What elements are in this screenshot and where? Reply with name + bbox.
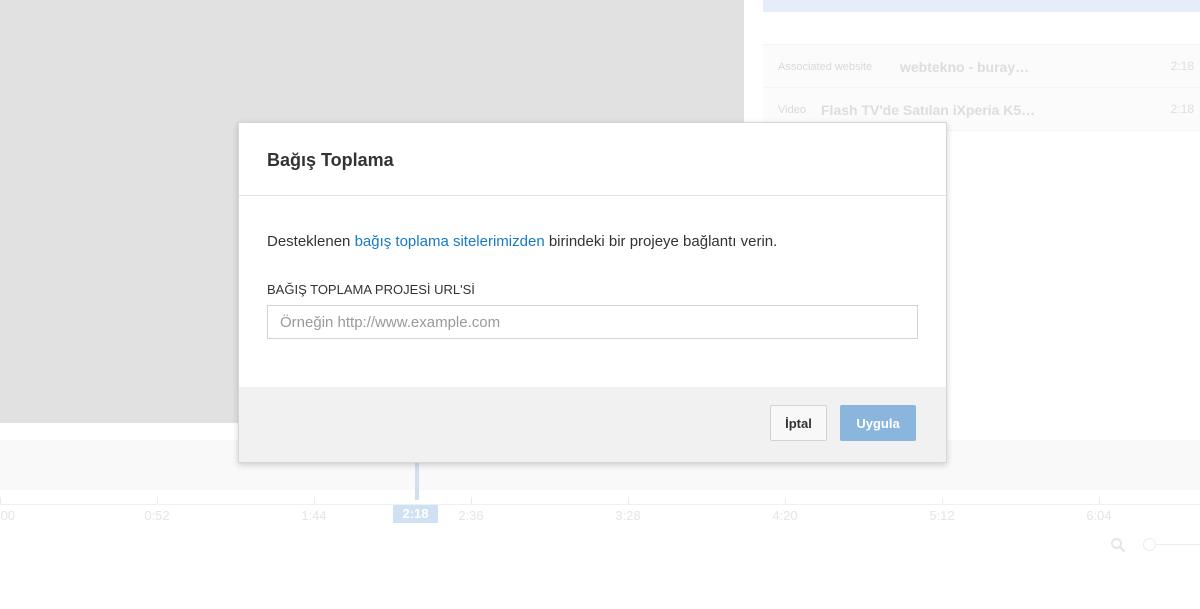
project-url-input[interactable] [267, 305, 918, 339]
dialog-header: Bağış Toplama [239, 123, 946, 196]
apply-button[interactable]: Uygula [840, 405, 916, 441]
url-field-label: BAĞIŞ TOPLAMA PROJESİ URL'Sİ [267, 282, 475, 297]
dialog-description: Desteklenen bağış toplama sitelerimizden… [267, 233, 777, 250]
cancel-button[interactable]: İptal [770, 405, 827, 441]
fundraising-dialog: Bağış Toplama Desteklenen bağış toplama … [238, 122, 947, 463]
description-text-end: birindeki bir projeye bağlantı verin. [544, 233, 778, 250]
dialog-footer: İptal Uygula [239, 387, 946, 462]
supported-sites-link[interactable]: bağış toplama sitelerimizden [355, 233, 545, 250]
description-text-start: Desteklenen [267, 233, 355, 250]
dialog-title: Bağış Toplama [267, 150, 394, 170]
